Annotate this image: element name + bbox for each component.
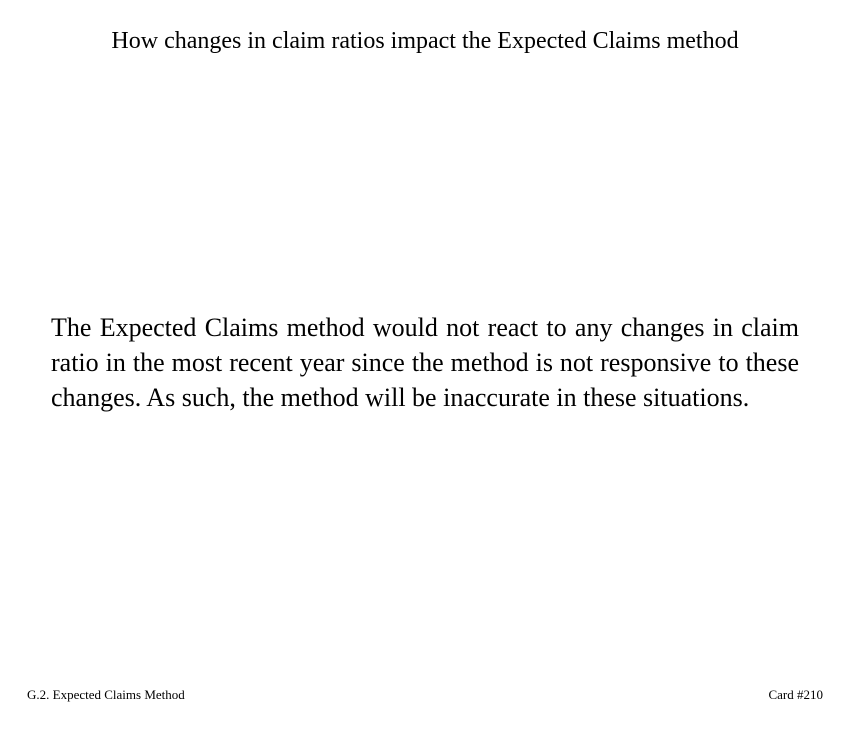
section-label: G.2. Expected Claims Method bbox=[27, 687, 185, 702]
card-title: How changes in claim ratios impact the E… bbox=[111, 28, 739, 54]
card-answer-text: The Expected Claims method would not rea… bbox=[51, 313, 799, 412]
card-number: Card #210 bbox=[768, 687, 823, 702]
